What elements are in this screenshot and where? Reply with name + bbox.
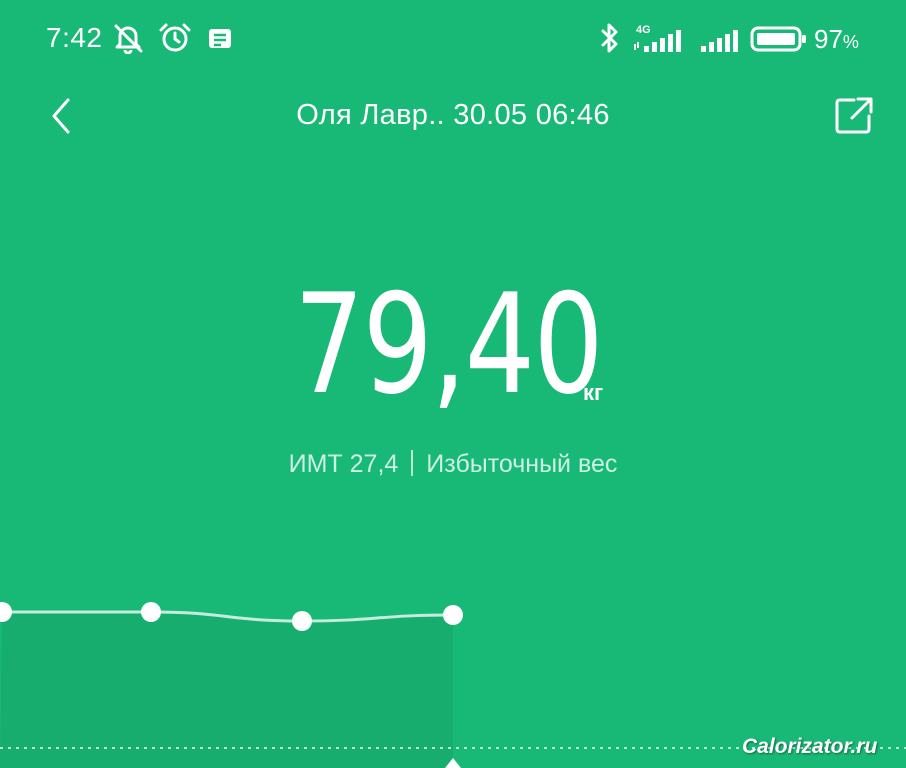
bluetooth-icon: [601, 23, 618, 53]
chart-point[interactable]: [141, 602, 161, 622]
share-button[interactable]: [830, 92, 878, 140]
bmi-separator: [411, 450, 414, 476]
status-bar: 7:42 4G 97%: [0, 0, 906, 80]
watermark: Calorizator.ru: [742, 735, 878, 758]
weight-unit: кг: [583, 380, 604, 405]
bmi-status: Избыточный вес: [426, 450, 618, 478]
battery-icon: [750, 26, 806, 52]
share-icon: [835, 97, 873, 134]
signal-4g-icon: 4G: [634, 24, 681, 52]
chart-point[interactable]: [443, 605, 463, 625]
battery-percentage: 97%: [814, 24, 859, 54]
page-title: Оля Лавр.. 30.05 06:46: [296, 99, 610, 131]
chart-point[interactable]: [292, 611, 312, 631]
chart-area-fill: [0, 612, 453, 768]
app-header: Оля Лавр.. 30.05 06:46: [0, 80, 906, 156]
bmi-value: ИМТ 27,4: [288, 450, 399, 478]
alarm-clock-icon: [159, 23, 191, 52]
weight-value: 79,40: [294, 264, 604, 425]
signal-icon: [701, 30, 738, 52]
muted-bell-icon: [114, 24, 143, 54]
bmi-summary: ИМТ 27,4 Избыточный вес: [0, 450, 906, 479]
weight-display: 79,40 кг: [0, 270, 906, 420]
notification-icon: [209, 29, 231, 48]
weight-detail-screen: 7:42 4G 97% Оля Лавр.. 30.05 06:46 79,40…: [0, 0, 906, 768]
network-type-label: 4G: [636, 24, 651, 36]
status-time: 7:42: [46, 22, 103, 53]
